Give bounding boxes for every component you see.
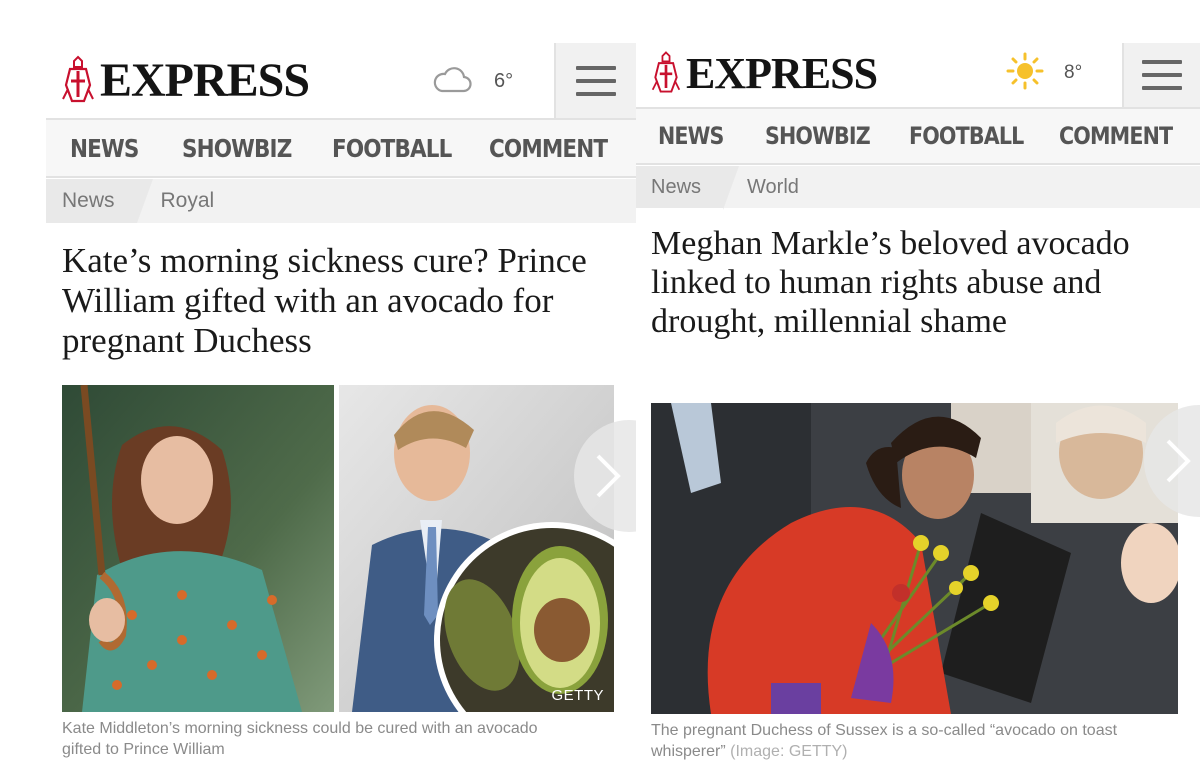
image-caption: Kate Middleton’s morning sickness could … <box>62 720 538 758</box>
chevron-right-icon <box>596 454 621 498</box>
temperature: 6° <box>494 69 514 92</box>
hamburger-icon <box>576 65 616 96</box>
chevron-right-icon <box>1166 439 1191 483</box>
section-nav: NEWS SHOWBIZ FOOTBALL COMMENT <box>46 120 636 178</box>
article-headline: Kate’s morning sickness cure? Prince Wil… <box>62 241 587 360</box>
nav-comment[interactable]: COMMENT <box>489 134 608 163</box>
breadcrumb-news-label: News <box>651 175 702 198</box>
image-caption: The pregnant Duchess of Sussex is a so-c… <box>651 721 1186 763</box>
article-headline: Meghan Markle’s beloved avocado linked t… <box>651 225 1130 340</box>
breadcrumb: News Royal <box>46 179 636 223</box>
article-image[interactable] <box>651 403 1178 714</box>
breadcrumb-section[interactable]: World <box>747 176 799 199</box>
express-logo[interactable]: EXPRESS <box>650 49 878 99</box>
caption-credit: (Image: GETTY) <box>730 742 848 760</box>
hamburger-menu-button[interactable] <box>554 43 636 118</box>
logo-wordmark: EXPRESS <box>686 49 878 98</box>
cloud-icon <box>432 65 472 98</box>
meghan-photo <box>651 403 1178 714</box>
nav-football[interactable]: FOOTBALL <box>332 134 467 163</box>
hamburger-icon <box>1142 60 1182 90</box>
crusader-crest-icon <box>60 55 96 108</box>
caption-text: The pregnant Duchess of Sussex is a so-c… <box>651 722 1118 760</box>
crusader-crest-icon <box>650 50 682 99</box>
weather-widget[interactable]: 6° <box>432 63 513 99</box>
nav-showbiz[interactable]: SHOWBIZ <box>765 122 889 150</box>
nav-news[interactable]: NEWS <box>658 122 750 150</box>
article-panel-right: EXPRESS 8° NEWS SHOWBIZ FOOTBALL COMMENT <box>636 0 1200 774</box>
article-panel-left: EXPRESS 6° NEWS SHOWBIZ FOOTBALL COMMENT… <box>0 0 636 774</box>
nav-football[interactable]: FOOTBALL <box>909 122 1038 150</box>
section-nav: NEWS SHOWBIZ FOOTBALL COMMENT <box>636 109 1200 165</box>
site-header: EXPRESS 6° <box>46 43 636 120</box>
article-image[interactable]: GETTY <box>62 385 614 712</box>
nav-comment[interactable]: COMMENT <box>1059 122 1173 150</box>
kate-william-photo <box>62 385 614 712</box>
express-logo[interactable]: EXPRESS <box>60 54 310 108</box>
breadcrumb-news[interactable]: News <box>46 179 152 223</box>
breadcrumb-section[interactable]: Royal <box>161 189 215 213</box>
sun-icon <box>1006 52 1044 95</box>
nav-news[interactable]: NEWS <box>70 134 166 163</box>
image-credit: GETTY <box>551 687 604 704</box>
breadcrumb-news[interactable]: News <box>636 166 740 210</box>
temperature: 8° <box>1064 62 1083 83</box>
breadcrumb-news-label: News <box>62 189 115 212</box>
nav-showbiz[interactable]: SHOWBIZ <box>182 134 311 163</box>
site-header: EXPRESS 8° <box>636 43 1200 109</box>
weather-widget[interactable]: 8° <box>1006 52 1083 91</box>
hamburger-menu-button[interactable] <box>1122 43 1200 107</box>
logo-wordmark: EXPRESS <box>100 54 310 107</box>
breadcrumb: News World <box>636 166 1200 210</box>
